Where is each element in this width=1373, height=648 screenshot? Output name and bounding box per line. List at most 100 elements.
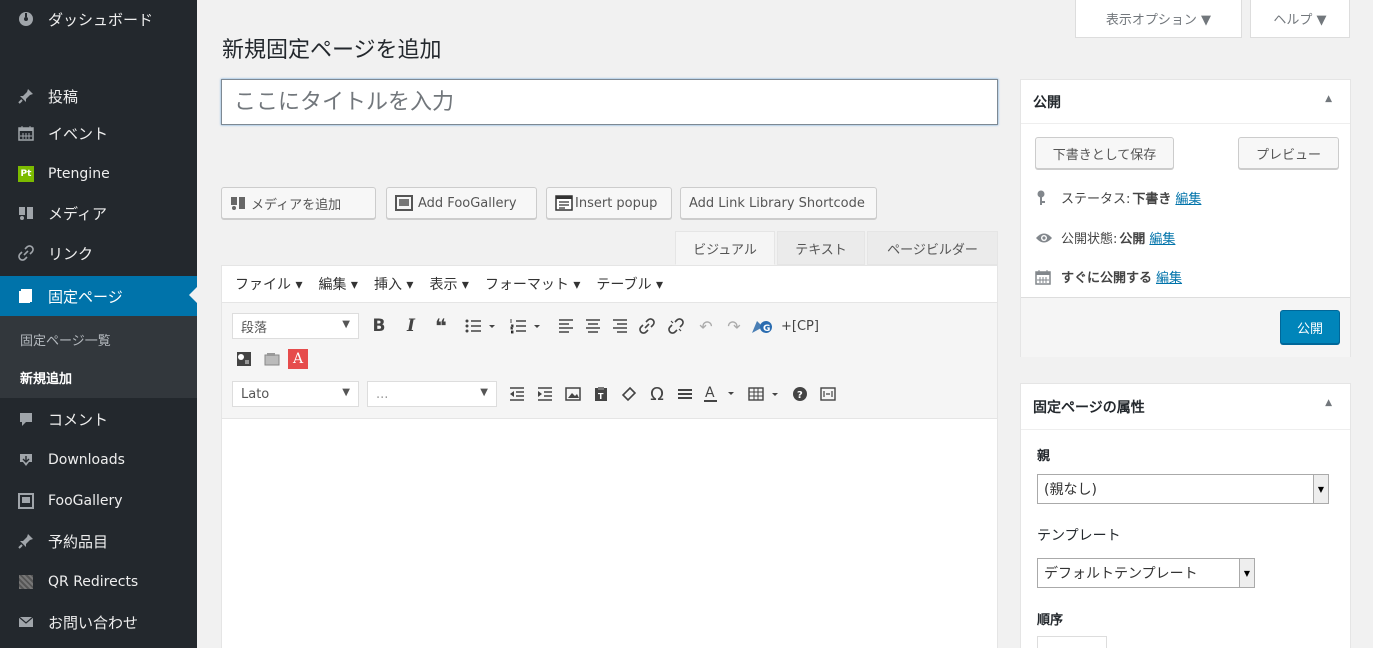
add-media-label: メディアを追加	[251, 197, 342, 213]
indent-icon[interactable]	[533, 382, 557, 406]
bold-icon[interactable]: B	[367, 314, 391, 338]
text-color-icon[interactable]: A	[701, 382, 741, 406]
sidebar-item-comments[interactable]: コメント	[0, 400, 197, 438]
screen-options-button[interactable]: 表示オプション ▼	[1075, 0, 1242, 38]
svg-text:T: T	[598, 392, 604, 401]
template-select[interactable]: デフォルトテンプレート ▼	[1037, 558, 1255, 588]
publish-box: 公開 ▲ 下書きとして保存 プレビュー ステータス: 下書き 編集 公開状態: …	[1020, 79, 1351, 357]
undo-icon[interactable]: ↶	[694, 314, 718, 338]
sidebar-item-events[interactable]: イベント	[0, 114, 197, 152]
edit-schedule-link[interactable]: 編集	[1156, 267, 1182, 286]
edit-visibility-link[interactable]: 編集	[1149, 228, 1175, 247]
menu-view[interactable]: 表示 ▾	[429, 274, 468, 294]
media-icon	[230, 195, 246, 211]
sidebar-item-label: リンク	[48, 244, 94, 263]
numbered-list-icon[interactable]	[507, 314, 547, 338]
publish-box-title: 公開	[1033, 94, 1061, 111]
edit-status-link[interactable]: 編集	[1175, 188, 1201, 207]
sidebar-item-links[interactable]: リンク	[0, 234, 197, 272]
add-link-library-shortcode-button[interactable]: Add Link Library Shortcode	[680, 187, 877, 219]
menu-insert[interactable]: 挿入 ▾	[374, 274, 413, 294]
status-row: ステータス: 下書き 編集	[1035, 188, 1201, 207]
clear-format-icon[interactable]	[617, 382, 641, 406]
collapse-icon[interactable]: ▲	[1325, 94, 1332, 104]
tab-text[interactable]: テキスト	[777, 231, 865, 265]
editor-toolbar: 段落 ▼ B I ❝ ↶ ↷ G +[CP] A Lato ▼ ... ▼ T …	[222, 303, 997, 419]
outdent-icon[interactable]	[505, 382, 529, 406]
calendar-icon	[17, 124, 35, 142]
font-family-select[interactable]: Lato ▼	[232, 381, 359, 407]
chevron-down-icon: ▼	[1313, 475, 1328, 503]
order-input[interactable]	[1037, 636, 1107, 648]
editor-content-area[interactable]	[222, 420, 997, 648]
parent-select[interactable]: (親なし) ▼	[1037, 474, 1329, 504]
sidebar-item-label: FooGallery	[48, 493, 123, 509]
table-icon[interactable]	[745, 382, 785, 406]
status-value: 下書き	[1132, 192, 1172, 207]
blockquote-icon[interactable]: ❝	[429, 314, 453, 338]
tab-page-builder[interactable]: ページビルダー	[867, 231, 998, 265]
redo-icon[interactable]: ↷	[722, 314, 746, 338]
card-icon[interactable]	[260, 347, 284, 371]
paste-text-icon[interactable]: T	[589, 382, 613, 406]
italic-icon[interactable]: I	[399, 314, 423, 338]
save-draft-button[interactable]: 下書きとして保存	[1035, 137, 1174, 169]
hr-icon[interactable]	[673, 382, 697, 406]
sidebar-item-label: 投稿	[48, 87, 79, 106]
g-plugin-icon[interactable]: G	[750, 314, 774, 338]
menu-edit[interactable]: 編集 ▾	[318, 274, 357, 294]
key-icon	[1035, 190, 1053, 206]
insert-popup-button[interactable]: Insert popup	[546, 187, 672, 219]
ptengine-logo: Pt	[17, 165, 35, 183]
page-icon	[17, 287, 35, 305]
add-foogallery-button[interactable]: Add FooGallery	[386, 187, 537, 219]
shortcode-button[interactable]: +[CP]	[778, 314, 822, 338]
help-button[interactable]: ヘルプ ▼	[1250, 0, 1350, 38]
page-attributes-box: 固定ページの属性 ▲ 親 (親なし) ▼ テンプレート デフォルトテンプレート …	[1020, 383, 1351, 648]
sidebar-item-posts[interactable]: 投稿	[0, 77, 197, 115]
publish-button[interactable]: 公開	[1280, 310, 1340, 344]
submenu-item-all-pages[interactable]: 固定ページ一覧	[20, 330, 111, 349]
sidebar-item-downloads[interactable]: Downloads	[0, 441, 197, 479]
bullet-list-icon[interactable]	[462, 314, 502, 338]
preview-button[interactable]: プレビュー	[1238, 137, 1339, 169]
sidebar-item-dashboard[interactable]: ダッシュボード	[0, 0, 197, 38]
sidebar-item-label: Downloads	[48, 452, 125, 468]
menu-file[interactable]: ファイル ▾	[235, 274, 302, 294]
schedule-label: すぐに公開する	[1061, 271, 1153, 286]
puzzle-icon[interactable]	[232, 347, 256, 371]
sidebar-item-media[interactable]: メディア	[0, 194, 197, 232]
sidebar-item-qr-redirects[interactable]: QR Redirects	[0, 563, 197, 601]
chevron-down-icon: ▼	[1239, 559, 1254, 587]
title-input[interactable]	[221, 79, 998, 125]
help-icon[interactable]: ?	[788, 382, 812, 406]
link-icon[interactable]	[635, 314, 659, 338]
sidebar-item-pages[interactable]: 固定ページ	[0, 276, 197, 316]
format-select[interactable]: 段落 ▼	[232, 313, 359, 339]
visibility-label: 公開状態:	[1061, 232, 1118, 247]
sidebar-item-contact[interactable]: お問い合わせ	[0, 603, 197, 641]
tab-visual[interactable]: ビジュアル	[675, 231, 775, 265]
sidebar-item-label: メディア	[48, 204, 107, 223]
submenu-item-add-new[interactable]: 新規追加	[20, 368, 72, 387]
image-icon[interactable]	[561, 382, 585, 406]
fullscreen-icon[interactable]	[816, 382, 840, 406]
font-size-select[interactable]: ... ▼	[367, 381, 497, 407]
menu-table[interactable]: テーブル ▾	[596, 274, 663, 294]
sidebar-item-foogallery[interactable]: FooGallery	[0, 482, 197, 520]
sidebar-item-ptengine[interactable]: Pt Ptengine	[0, 155, 197, 193]
collapse-icon[interactable]: ▲	[1325, 398, 1332, 408]
unlink-icon[interactable]	[664, 314, 688, 338]
menu-format[interactable]: フォーマット ▾	[485, 274, 580, 294]
acrobat-icon[interactable]: A	[286, 347, 310, 371]
sidebar-item-label: QR Redirects	[48, 574, 139, 590]
page-attributes-header[interactable]: 固定ページの属性 ▲	[1021, 384, 1350, 430]
align-center-icon[interactable]	[581, 314, 605, 338]
omega-icon[interactable]: Ω	[645, 382, 669, 406]
publish-box-header[interactable]: 公開 ▲	[1021, 80, 1350, 124]
add-media-button[interactable]: メディアを追加	[221, 187, 376, 219]
align-left-icon[interactable]	[554, 314, 578, 338]
sidebar-item-reservations[interactable]: 予約品目	[0, 522, 197, 560]
align-right-icon[interactable]	[608, 314, 632, 338]
admin-sidebar: ダッシュボード 投稿 イベント Pt Ptengine メディア リンク 固定ペ…	[0, 0, 197, 648]
